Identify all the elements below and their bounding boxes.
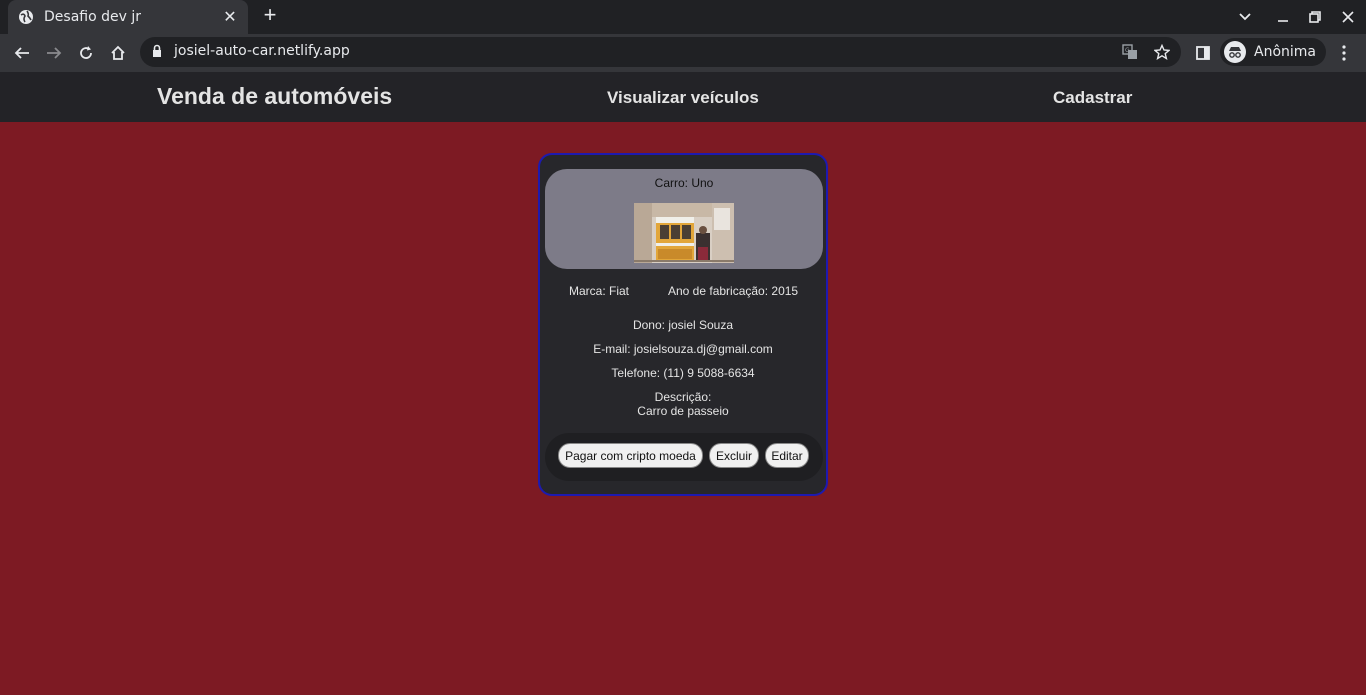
owner-phone: Telefone: (11) 9 5088-6634 [611,366,755,380]
tab-search-chevron-icon[interactable] [1229,0,1261,34]
svg-text:G: G [1125,47,1130,54]
site-header: Venda de automóveis Visualizar veículos … [0,72,1366,122]
manufacture-year: Ano de fabricação: 2015 [668,284,799,298]
arrow-right-icon[interactable] [40,39,68,67]
kebab-menu-icon[interactable] [1330,39,1358,67]
description-label: Descrição: [654,390,712,404]
edit-button[interactable]: Editar [765,443,809,468]
restore-icon[interactable] [1299,0,1331,34]
owner-email: E-mail: josielsouza.dj@gmail.com [593,342,773,356]
side-panel-icon[interactable] [1189,39,1217,67]
reload-icon[interactable] [72,39,100,67]
nav-link-register[interactable]: Cadastrar [1053,88,1132,108]
home-icon[interactable] [104,39,132,67]
close-window-icon[interactable] [1332,0,1364,34]
car-brand: Marca: Fiat [569,284,630,298]
tab-title: Desafio dev jr [44,9,141,25]
site-brand[interactable]: Venda de automóveis [157,83,392,110]
url-text[interactable]: josiel-auto-car.netlify.app [174,43,350,59]
vehicle-card-header: Carro: Uno [545,169,823,269]
browser-toolbar: josiel-auto-car.netlify.app G Anônima [0,34,1366,72]
vehicle-photo [634,203,734,263]
car-name: Carro: Uno [654,176,714,190]
arrow-left-icon[interactable] [8,39,36,67]
delete-button[interactable]: Excluir [709,443,759,468]
plus-icon[interactable]: + [258,4,282,28]
owner-name: Dono: josiel Souza [632,318,734,332]
incognito-icon [1224,41,1246,63]
address-bar[interactable]: josiel-auto-car.netlify.app G [140,37,1181,67]
lock-icon[interactable] [152,44,162,63]
translate-icon[interactable]: G [1120,42,1140,62]
profile-button[interactable]: Anônima [1220,38,1326,66]
profile-label: Anônima [1254,44,1316,60]
globe-icon [18,9,34,25]
vehicle-card: Carro: Uno Marca: Fiat Ano de fabricação… [538,153,828,496]
pay-crypto-button[interactable]: Pagar com cripto moeda [558,443,703,468]
star-icon[interactable] [1152,42,1172,62]
browser-tab[interactable]: Desafio dev jr ✕ [8,0,248,34]
description-text: Carro de passeio [637,404,729,418]
close-tab-icon[interactable]: ✕ [222,7,238,27]
card-actions: Pagar com cripto moeda Excluir Editar [545,433,823,481]
minimize-icon[interactable] [1267,0,1299,34]
nav-link-view-vehicles[interactable]: Visualizar veículos [607,88,759,108]
browser-tab-strip: Desafio dev jr ✕ + [0,0,1366,34]
